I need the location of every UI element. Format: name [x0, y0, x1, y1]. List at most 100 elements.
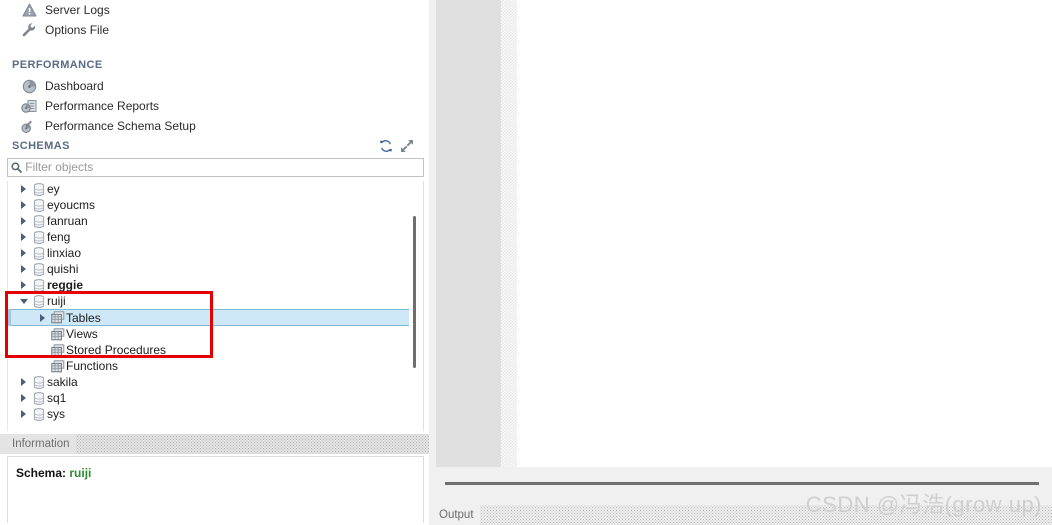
tree-twisty[interactable]	[17, 378, 30, 386]
dotted-divider	[75, 434, 429, 454]
schema-tree[interactable]: ey eyoucms fanruan feng linxiao quishi r…	[7, 181, 424, 431]
chevron-right-icon[interactable]	[40, 313, 45, 322]
schemas-toolbar	[379, 139, 429, 153]
tree-twisty[interactable]	[17, 249, 30, 257]
output-panel-header: Output	[429, 505, 1052, 525]
tree-twisty[interactable]	[36, 313, 49, 322]
mysql-workbench-window: Server Logs Options File PERFORMANCE Das…	[0, 0, 1052, 525]
tree-item-tables[interactable]: Tables	[8, 309, 414, 326]
tree-twisty[interactable]	[17, 298, 30, 304]
search-icon	[8, 162, 25, 173]
schema-tree-list: ey eyoucms fanruan feng linxiao quishi r…	[8, 181, 414, 422]
chevron-right-icon[interactable]	[21, 410, 26, 418]
editor-left-gap	[429, 0, 436, 467]
tree-item-feng[interactable]: feng	[8, 229, 414, 245]
warning-triangle-icon	[20, 2, 38, 18]
nav-item-dashboard[interactable]: Dashboard	[0, 76, 429, 96]
editor-region: Output	[429, 0, 1052, 525]
schema-icon	[30, 391, 47, 405]
schema-icon	[30, 214, 47, 228]
chevron-right-icon[interactable]	[21, 281, 26, 289]
tree-item-ey[interactable]: ey	[8, 181, 414, 197]
tree-item-ruiji[interactable]: ruiji	[8, 293, 414, 309]
nav-item-performance-schema-setup[interactable]: Performance Schema Setup	[0, 116, 429, 136]
chevron-right-icon[interactable]	[21, 185, 26, 193]
tree-item-label: sq1	[47, 391, 67, 405]
nav-item-performance-reports[interactable]: Performance Reports	[0, 96, 429, 116]
chevron-right-icon[interactable]	[21, 249, 26, 257]
tree-item-sys[interactable]: sys	[8, 406, 414, 422]
tree-item-eyoucms[interactable]: eyoucms	[8, 197, 414, 213]
tree-item-linxiao[interactable]: linxiao	[8, 245, 414, 261]
editor-canvas[interactable]	[517, 0, 1052, 467]
section-header-label: SCHEMAS	[12, 140, 70, 152]
tree-twisty[interactable]	[17, 394, 30, 402]
gauge-wrench-icon	[20, 118, 38, 134]
expand-arrows-icon[interactable]	[400, 139, 414, 153]
schema-icon	[30, 246, 47, 260]
chevron-right-icon[interactable]	[21, 201, 26, 209]
nav-item-label: Server Logs	[45, 3, 110, 17]
schema-tree-scrollbar[interactable]	[409, 183, 420, 429]
panel-splitter[interactable]	[445, 482, 1039, 485]
navigator-panel: Server Logs Options File PERFORMANCE Das…	[0, 0, 429, 525]
schema-filter-box[interactable]	[7, 158, 424, 177]
information-panel-title: Information	[0, 438, 76, 450]
tree-item-label: ruiji	[47, 294, 66, 308]
refresh-icon[interactable]	[379, 139, 393, 153]
gauge-icon	[20, 78, 38, 94]
tree-item-stored-procedures[interactable]: Stored Procedures	[8, 342, 414, 358]
tree-twisty[interactable]	[17, 233, 30, 241]
chevron-right-icon[interactable]	[21, 265, 26, 273]
tree-item-reggie[interactable]: reggie	[8, 277, 414, 293]
tree-item-label: sys	[47, 407, 65, 421]
schema-icon	[30, 278, 47, 292]
schema-icon	[30, 407, 47, 421]
section-header-label: PERFORMANCE	[12, 59, 103, 71]
schema-icon	[30, 294, 47, 308]
tree-item-views[interactable]: Views	[8, 326, 414, 342]
chevron-down-icon[interactable]	[19, 298, 28, 304]
dotted-divider	[479, 505, 1052, 525]
information-panel-header: Information	[0, 434, 429, 454]
nav-item-label: Performance Schema Setup	[45, 119, 196, 133]
tree-twisty[interactable]	[17, 265, 30, 273]
tree-item-sq1[interactable]: sq1	[8, 390, 414, 406]
information-schema-line: Schema: ruiji	[16, 466, 423, 480]
tree-twisty[interactable]	[17, 217, 30, 225]
tree-item-sakila[interactable]: sakila	[8, 374, 414, 390]
tree-item-fanruan[interactable]: fanruan	[8, 213, 414, 229]
nav-item-options-file[interactable]: Options File	[0, 20, 429, 40]
tree-twisty[interactable]	[17, 185, 30, 193]
nav-item-label: Dashboard	[45, 79, 104, 93]
tree-twisty[interactable]	[17, 281, 30, 289]
table-group-icon	[49, 327, 66, 341]
chevron-right-icon[interactable]	[21, 233, 26, 241]
tree-item-label: feng	[47, 230, 71, 244]
chevron-right-icon[interactable]	[21, 217, 26, 225]
tree-item-label: eyoucms	[47, 198, 96, 212]
scrollbar-thumb[interactable]	[413, 216, 416, 368]
tree-twisty[interactable]	[17, 410, 30, 418]
tree-item-label: Views	[66, 327, 98, 341]
chevron-right-icon[interactable]	[21, 378, 26, 386]
tree-item-functions[interactable]: Functions	[8, 358, 414, 374]
section-header-performance: PERFORMANCE	[0, 54, 429, 76]
filter-objects-input[interactable]	[25, 159, 423, 176]
schema-icon	[30, 182, 47, 196]
wrench-icon	[20, 22, 38, 38]
nav-item-server-logs[interactable]: Server Logs	[0, 0, 429, 20]
tree-twisty[interactable]	[17, 201, 30, 209]
tree-item-label: Tables	[66, 310, 101, 325]
schema-icon	[30, 262, 47, 276]
output-panel-title: Output	[429, 509, 480, 521]
chevron-right-icon[interactable]	[21, 394, 26, 402]
tree-item-quishi[interactable]: quishi	[8, 261, 414, 277]
tree-item-label: reggie	[47, 278, 84, 292]
information-schema-value: ruiji	[69, 466, 92, 480]
tree-item-label: Stored Procedures	[66, 343, 167, 357]
schema-icon	[30, 375, 47, 389]
schema-icon	[30, 230, 47, 244]
section-header-schemas: SCHEMAS	[0, 135, 429, 157]
tree-item-label: sakila	[47, 375, 78, 389]
